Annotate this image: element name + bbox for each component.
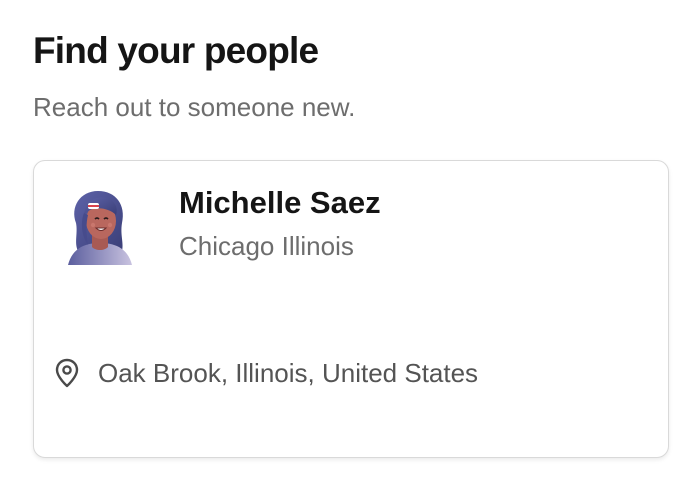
location-row: Oak Brook, Illinois, United States	[52, 357, 478, 389]
person-city: Chicago Illinois	[179, 231, 354, 261]
avatar[interactable]	[64, 185, 136, 265]
page-subtitle: Reach out to someone new.	[33, 92, 356, 122]
person-name[interactable]: Michelle Saez	[179, 185, 381, 221]
map-pin-icon	[52, 357, 82, 389]
location-text: Oak Brook, Illinois, United States	[98, 357, 479, 388]
page-title: Find your people	[33, 30, 319, 71]
woman-avatar-icon	[68, 191, 132, 265]
person-card[interactable]: Michelle Saez Chicago Illinois Oak Brook…	[33, 160, 669, 458]
